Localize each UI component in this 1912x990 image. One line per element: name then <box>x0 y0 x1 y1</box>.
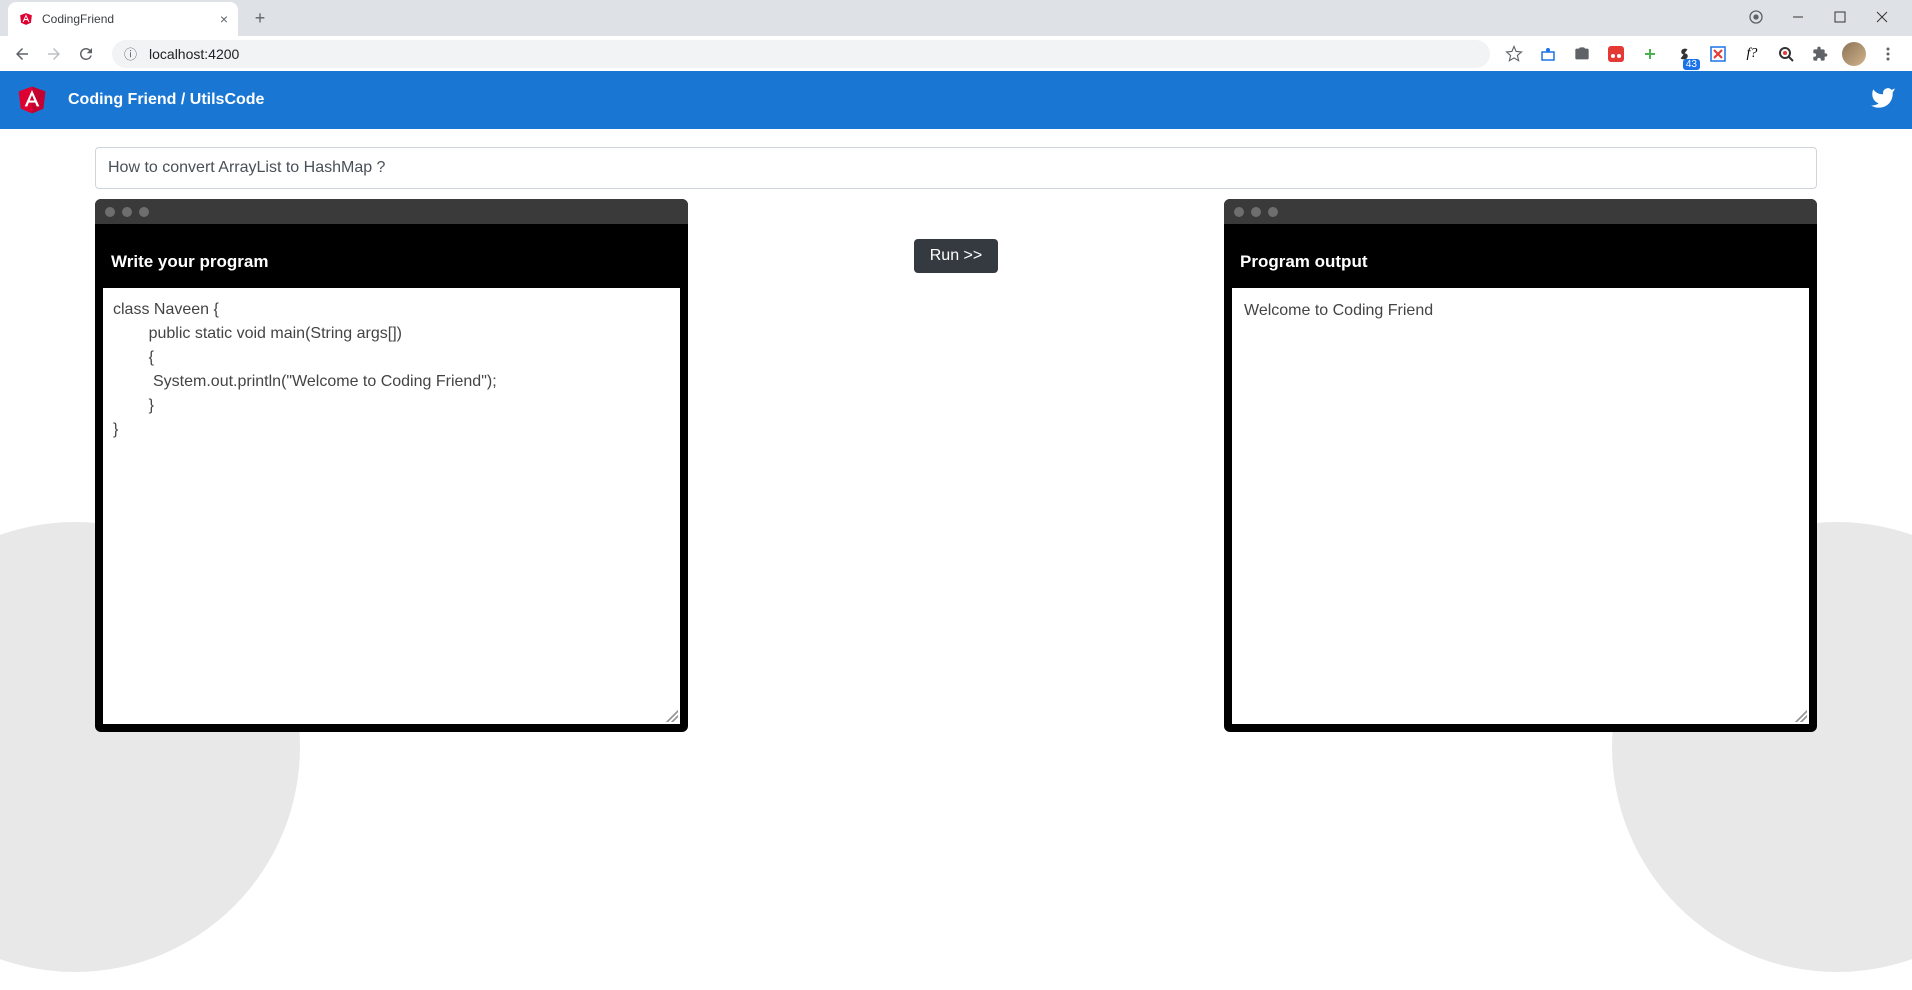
browser-tab[interactable]: CodingFriend × <box>8 2 238 36</box>
maximize-icon[interactable] <box>1828 11 1852 26</box>
editor-titlebar <box>95 199 688 224</box>
url-text: localhost:4200 <box>149 46 239 62</box>
output-header: Program output <box>1224 224 1817 288</box>
traffic-dot-icon <box>1268 207 1278 217</box>
run-column: Run >> <box>688 199 1224 273</box>
extension-icon-red[interactable] <box>1604 42 1628 66</box>
site-info-icon[interactable]: ⓘ <box>124 44 137 63</box>
search-input[interactable] <box>95 147 1817 189</box>
extension-icon-x[interactable] <box>1706 42 1730 66</box>
run-button[interactable]: Run >> <box>914 239 998 273</box>
toolbar-icons: 43 f? <box>1502 42 1904 66</box>
resize-handle-icon[interactable] <box>1795 710 1807 722</box>
code-editor-panel: Write your program <box>95 199 688 732</box>
tab-bar: CodingFriend × + <box>0 0 1912 36</box>
url-field[interactable]: ⓘ localhost:4200 <box>112 40 1490 68</box>
browser-chrome: CodingFriend × + <box>0 0 1912 71</box>
traffic-dot-icon <box>122 207 132 217</box>
app-title: Coding Friend / UtilsCode <box>68 91 264 109</box>
extension-icon-1[interactable] <box>1536 42 1560 66</box>
traffic-dot-icon <box>1234 207 1244 217</box>
close-window-icon[interactable] <box>1870 11 1894 26</box>
output-body: Welcome to Coding Friend <box>1232 288 1809 724</box>
close-tab-icon[interactable]: × <box>220 11 228 27</box>
code-textarea[interactable] <box>113 298 670 714</box>
main-content: Write your program Run >> Program output <box>0 129 1912 772</box>
page-viewport: Coding Friend / UtilsCode Write your pro… <box>0 71 1912 990</box>
app-header: Coding Friend / UtilsCode <box>0 71 1912 129</box>
angular-logo-icon <box>16 84 48 116</box>
editor-row: Write your program Run >> Program output <box>95 199 1817 732</box>
editor-body <box>103 288 680 724</box>
extension-icon-f[interactable]: f? <box>1740 42 1764 66</box>
bookmark-star-icon[interactable] <box>1502 42 1526 66</box>
tab-title: CodingFriend <box>42 12 212 26</box>
extensions-puzzle-icon[interactable] <box>1808 42 1832 66</box>
twitter-icon[interactable] <box>1870 85 1896 116</box>
extension-icon-s[interactable]: 43 <box>1672 42 1696 66</box>
traffic-dot-icon <box>105 207 115 217</box>
resize-handle-icon[interactable] <box>666 710 678 722</box>
back-button[interactable] <box>8 40 36 68</box>
editor-header: Write your program <box>95 224 688 288</box>
account-icon[interactable] <box>1744 9 1768 28</box>
profile-avatar[interactable] <box>1842 42 1866 66</box>
traffic-dot-icon <box>139 207 149 217</box>
output-text: Welcome to Coding Friend <box>1242 298 1799 324</box>
traffic-dot-icon <box>1251 207 1261 217</box>
chrome-menu-icon[interactable] <box>1876 42 1900 66</box>
window-controls <box>1744 9 1912 28</box>
reload-button[interactable] <box>72 40 100 68</box>
extension-badge: 43 <box>1683 59 1700 70</box>
output-titlebar <box>1224 199 1817 224</box>
address-bar: ⓘ localhost:4200 43 <box>0 36 1912 71</box>
forward-button[interactable] <box>40 40 68 68</box>
new-tab-button[interactable]: + <box>246 4 274 32</box>
extension-icon-search[interactable] <box>1774 42 1798 66</box>
output-panel: Program output Welcome to Coding Friend <box>1224 199 1817 732</box>
minimize-icon[interactable] <box>1786 11 1810 26</box>
extension-icon-plus[interactable] <box>1638 42 1662 66</box>
angular-favicon <box>18 11 34 27</box>
camera-icon[interactable] <box>1570 42 1594 66</box>
